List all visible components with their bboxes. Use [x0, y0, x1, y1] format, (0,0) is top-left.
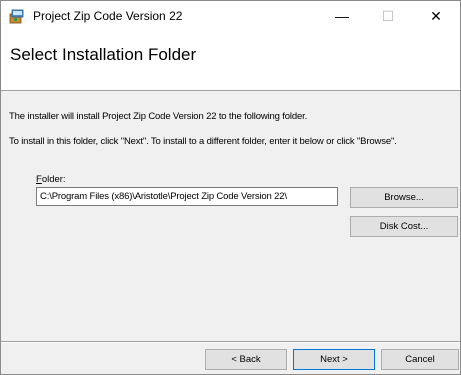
header-banner: Select Installation Folder: [1, 31, 460, 91]
maximize-button[interactable]: ☐: [365, 1, 411, 31]
page-title: Select Installation Folder: [10, 45, 197, 64]
browse-button[interactable]: Browse...: [350, 187, 458, 208]
disk-cost-button[interactable]: Disk Cost...: [350, 216, 458, 237]
installer-window: Project Zip Code Version 22 — ☐ ✕ Select…: [0, 0, 461, 375]
window-title: Project Zip Code Version 22: [33, 9, 183, 23]
folder-label: Folder:: [36, 174, 66, 185]
minimize-button[interactable]: —: [319, 1, 365, 31]
next-button[interactable]: Next >: [293, 349, 375, 370]
title-bar[interactable]: Project Zip Code Version 22 — ☐ ✕: [1, 1, 460, 31]
installer-package-icon: [9, 8, 25, 24]
footer-divider: [1, 341, 460, 343]
folder-label-text: older:: [41, 174, 66, 185]
install-info-text: The installer will install Project Zip C…: [9, 111, 308, 122]
install-instructions-text: To install in this folder, click "Next".…: [9, 136, 397, 147]
close-button[interactable]: ✕: [413, 1, 459, 31]
back-button[interactable]: < Back: [205, 349, 287, 370]
folder-path-input[interactable]: [36, 187, 338, 206]
cancel-button[interactable]: Cancel: [381, 349, 459, 370]
